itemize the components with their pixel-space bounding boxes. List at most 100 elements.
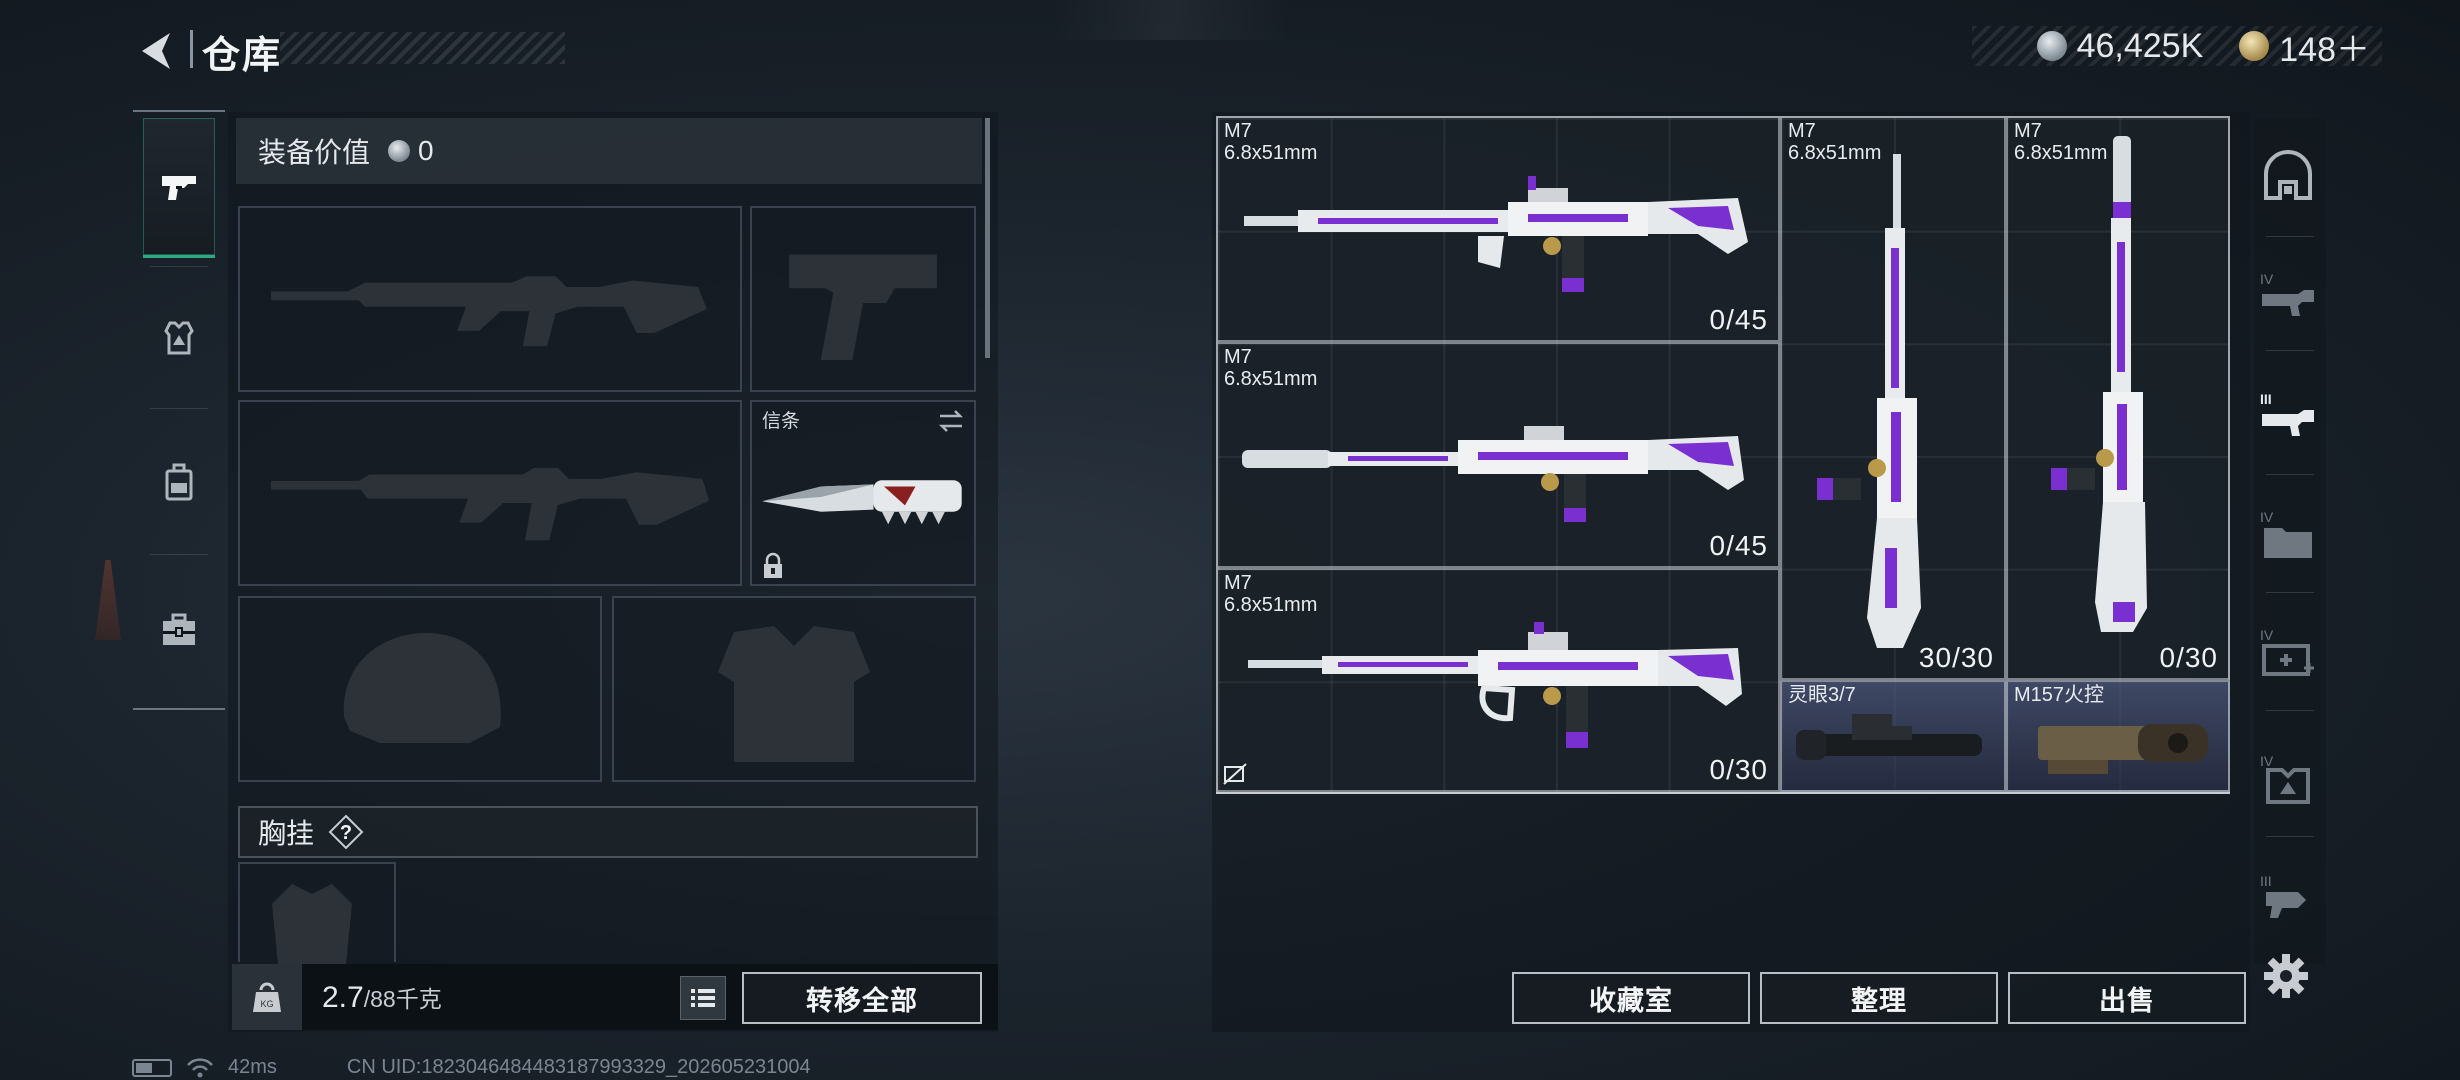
helmet-slot[interactable] bbox=[238, 596, 602, 782]
svg-text:IV: IV bbox=[2260, 271, 2274, 287]
armor-slot[interactable] bbox=[612, 596, 976, 782]
storage-item-m7-vertical[interactable]: M7 6.8x51mm 0/30 bbox=[2006, 116, 2230, 680]
svg-text:IV: IV bbox=[2260, 753, 2274, 769]
storage-item-fire-control[interactable]: M157火控 bbox=[2006, 680, 2230, 792]
item-ammo-count: 30/30 bbox=[1918, 642, 1994, 673]
item-ammo-count: 0/30 bbox=[1709, 754, 1768, 785]
thermal-scope-icon bbox=[1796, 714, 1982, 760]
backpack-icon bbox=[165, 463, 193, 501]
m7-rifle-icon bbox=[1244, 176, 1748, 292]
item-name: M7 bbox=[1224, 346, 1252, 368]
storage-item-m7[interactable]: M7 6.8x51mm 0/45 bbox=[1216, 116, 1780, 342]
weight-capacity: /88千克 bbox=[363, 986, 442, 1012]
settings-gear-icon[interactable] bbox=[2262, 952, 2310, 1000]
tab-divider bbox=[150, 408, 208, 409]
camera-off-icon bbox=[1223, 763, 1247, 785]
gold-currency-value[interactable]: 148＋ bbox=[2279, 22, 2370, 71]
gold-coin-icon bbox=[2239, 31, 2270, 61]
item-name: M157火控 bbox=[2014, 684, 2105, 706]
storage-item-m7[interactable]: M7 6.8x51mm 0/45 bbox=[1216, 342, 1780, 568]
page-title: 仓库 bbox=[202, 35, 283, 77]
background-light-streak bbox=[1050, 0, 1290, 40]
loadout-scrollbar[interactable] bbox=[985, 118, 990, 358]
knife-icon bbox=[762, 480, 962, 525]
chest-rig-slot[interactable] bbox=[238, 862, 396, 964]
rail-divider bbox=[2266, 836, 2314, 837]
tab-backpack[interactable] bbox=[143, 412, 215, 552]
help-icon[interactable]: ? bbox=[328, 814, 364, 850]
armor-vest-icon bbox=[164, 321, 194, 355]
weight-box: KG bbox=[232, 964, 302, 1030]
svg-text:III: III bbox=[2260, 873, 2272, 889]
equipment-value-header: 装备价值 0 bbox=[236, 118, 982, 184]
rail-divider bbox=[2266, 710, 2314, 711]
list-icon bbox=[691, 989, 715, 1007]
item-name: M7 bbox=[1224, 120, 1252, 142]
rifle-silhouette-icon bbox=[270, 276, 707, 347]
title-decoration bbox=[280, 32, 565, 64]
iv-armor-icon[interactable]: IV bbox=[2258, 748, 2318, 808]
melee-slot-label: 信条 bbox=[762, 411, 801, 432]
tab-divider bbox=[150, 266, 208, 267]
back-arrow-icon[interactable] bbox=[132, 27, 180, 75]
melee-slot[interactable]: 信条 bbox=[750, 400, 976, 586]
storage-item-m7[interactable]: M7 6.8x51mm 0/30 bbox=[1216, 568, 1780, 792]
svg-text:IV: IV bbox=[2260, 509, 2274, 525]
silver-coin-icon bbox=[388, 140, 411, 162]
item-ammo-count: 0/45 bbox=[1709, 530, 1768, 561]
tab-armor[interactable] bbox=[143, 268, 215, 408]
equipment-value: 0 bbox=[418, 135, 434, 166]
vest-silhouette-icon bbox=[718, 626, 870, 762]
svg-text:IV: IV bbox=[2260, 627, 2274, 643]
fire-control-optic-icon bbox=[2038, 724, 2208, 774]
iii-rifle-icon[interactable]: III bbox=[2258, 386, 2318, 446]
tab-toolbox[interactable] bbox=[143, 560, 215, 700]
helmet-silhouette-icon bbox=[343, 632, 501, 743]
pistol-icon bbox=[162, 175, 196, 200]
storage-item-m7-vertical[interactable]: M7 6.8x51mm 30/30 bbox=[1780, 116, 2006, 680]
pistol-slot[interactable] bbox=[750, 206, 976, 392]
weight-readout: 2.7/88千克 bbox=[322, 980, 442, 1015]
iv-medkit-icon[interactable]: IV bbox=[2258, 622, 2318, 682]
primary-weapon-slot[interactable] bbox=[238, 206, 742, 392]
iv-folder-icon[interactable]: IV bbox=[2258, 504, 2318, 564]
rifle-silhouette-icon bbox=[270, 467, 710, 541]
equipment-value-label: 装备价值 bbox=[258, 137, 371, 168]
helmet-category-icon[interactable] bbox=[2258, 148, 2318, 208]
swap-icon[interactable] bbox=[936, 408, 966, 434]
chest-rig-label: 胸挂 bbox=[258, 818, 315, 849]
sell-button[interactable]: 出售 bbox=[2008, 972, 2246, 1024]
item-name: M7 bbox=[1788, 120, 1816, 142]
m7-rifle-vertical-icon bbox=[1817, 154, 1921, 648]
m7-rifle-vertical-icon bbox=[2051, 136, 2147, 632]
wifi-icon bbox=[187, 1057, 213, 1077]
tab-divider bbox=[150, 554, 208, 555]
iv-rifle-icon[interactable]: IV bbox=[2258, 266, 2318, 326]
list-view-button[interactable] bbox=[680, 976, 726, 1020]
tabs-top-divider bbox=[133, 110, 225, 112]
transfer-all-button[interactable]: 转移全部 bbox=[742, 972, 982, 1024]
lock-icon bbox=[764, 552, 782, 578]
collection-room-button[interactable]: 收藏室 bbox=[1512, 972, 1750, 1024]
storage-item-scope[interactable]: 灵眼3/7 bbox=[1780, 680, 2006, 792]
weight-icon: KG bbox=[253, 982, 281, 1012]
chest-rig-section: 胸挂 ? bbox=[238, 806, 978, 858]
sort-button[interactable]: 整理 bbox=[1760, 972, 1998, 1024]
help-symbol: ? bbox=[340, 822, 352, 844]
silver-currency-value: 46,425K bbox=[2076, 26, 2204, 65]
ping-readout: 42ms bbox=[228, 1056, 277, 1078]
item-ammo-count: 0/45 bbox=[1709, 304, 1768, 335]
tabs-bottom-divider bbox=[133, 708, 225, 710]
rail-divider bbox=[2266, 350, 2314, 351]
silver-coin-icon bbox=[2036, 31, 2067, 61]
user-uid: CN UID:1823046484483187993329_2026052310… bbox=[346, 1056, 811, 1078]
svg-text:III: III bbox=[2260, 391, 2272, 407]
m7-rifle-icon bbox=[1248, 622, 1742, 748]
tab-weapons[interactable] bbox=[143, 118, 215, 258]
chest-rig-silhouette-icon bbox=[272, 884, 352, 964]
secondary-weapon-slot[interactable] bbox=[238, 400, 742, 586]
iii-grenade-icon[interactable]: III bbox=[2258, 868, 2318, 928]
background-traffic-cone bbox=[95, 560, 121, 640]
svg-text:KG: KG bbox=[260, 999, 273, 1009]
item-ammo-count: 0/30 bbox=[2159, 642, 2218, 673]
